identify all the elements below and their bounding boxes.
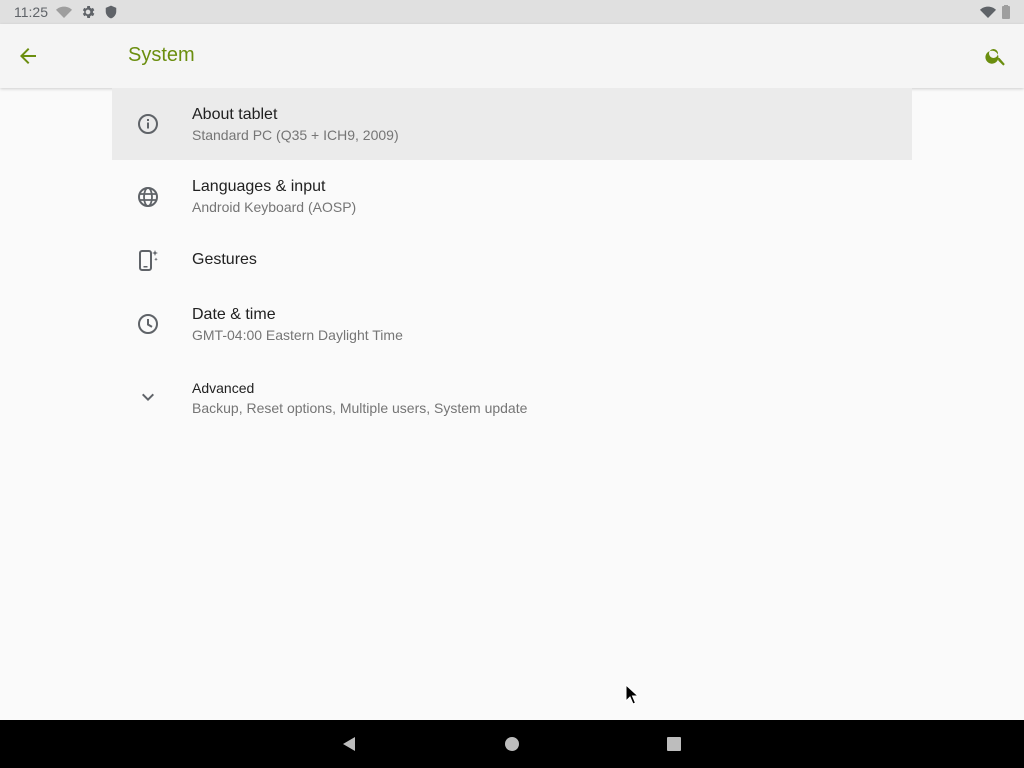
info-icon	[136, 112, 160, 136]
back-triangle-icon	[343, 737, 355, 751]
settings-list: About tablet Standard PC (Q35 + ICH9, 20…	[112, 88, 912, 432]
list-item-advanced[interactable]: Advanced Backup, Reset options, Multiple…	[112, 360, 912, 432]
item-text: Languages & input Android Keyboard (AOSP…	[192, 177, 356, 217]
item-title: Gestures	[192, 251, 257, 268]
item-summary: GMT-04:00 Eastern Daylight Time	[192, 327, 403, 343]
nav-home-button[interactable]	[500, 732, 524, 756]
item-title: Languages & input	[192, 178, 326, 195]
search-icon	[985, 49, 1005, 66]
nav-recents-button[interactable]	[662, 732, 686, 756]
item-text: Date & time GMT-04:00 Eastern Daylight T…	[192, 305, 403, 345]
item-text: Advanced Backup, Reset options, Multiple…	[192, 378, 527, 418]
home-circle-icon	[505, 737, 519, 751]
list-item-date-time[interactable]: Date & time GMT-04:00 Eastern Daylight T…	[112, 288, 912, 360]
status-time: 11:25	[14, 4, 48, 20]
item-text: Gestures	[192, 250, 257, 270]
status-left: 11:25	[14, 4, 118, 20]
chevron-down-icon	[136, 385, 160, 409]
item-title: Date & time	[192, 306, 276, 323]
nav-back-button[interactable]	[337, 732, 361, 756]
search-button[interactable]	[980, 40, 1012, 72]
globe-icon	[136, 185, 160, 209]
status-right	[980, 4, 1010, 20]
arrow-back-icon	[20, 48, 36, 64]
wifi-off-icon	[56, 6, 72, 18]
back-button[interactable]	[12, 40, 44, 72]
gestures-phone-icon	[136, 248, 160, 272]
page-title: System	[128, 44, 195, 66]
list-item-about-tablet[interactable]: About tablet Standard PC (Q35 + ICH9, 20…	[112, 88, 912, 160]
clock-icon	[136, 312, 160, 336]
list-item-languages-input[interactable]: Languages & input Android Keyboard (AOSP…	[112, 160, 912, 232]
shield-icon	[105, 5, 117, 19]
mouse-cursor-icon	[625, 684, 639, 705]
status-bar: 11:25	[0, 0, 1024, 24]
recents-square-icon	[667, 737, 681, 751]
item-title: Advanced	[192, 380, 255, 396]
item-summary: Android Keyboard (AOSP)	[192, 199, 357, 215]
item-title: About tablet	[192, 106, 278, 123]
wifi-icon	[980, 6, 996, 18]
battery-icon	[1002, 5, 1010, 19]
item-text: About tablet Standard PC (Q35 + ICH9, 20…	[192, 105, 399, 145]
list-item-gestures[interactable]: Gestures	[112, 232, 912, 288]
item-summary: Standard PC (Q35 + ICH9, 2009)	[192, 127, 399, 143]
settings-icon	[82, 6, 95, 18]
navigation-bar	[0, 720, 1024, 768]
app-bar: System	[0, 24, 1024, 88]
item-summary: Backup, Reset options, Multiple users, S…	[192, 400, 528, 416]
